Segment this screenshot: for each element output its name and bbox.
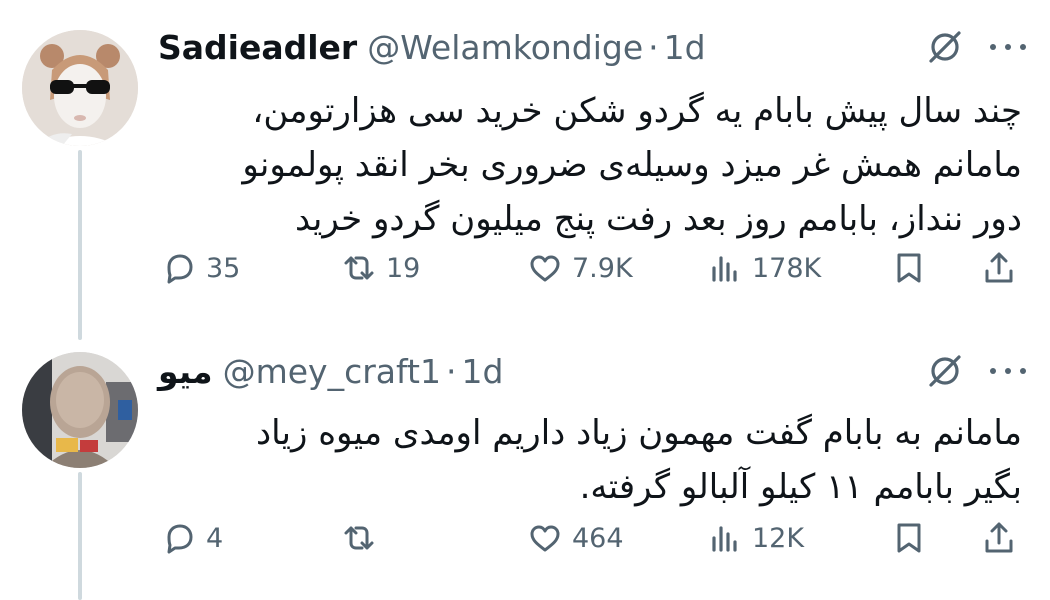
more-icon[interactable] — [990, 24, 1026, 70]
thread-line — [78, 150, 82, 340]
more-icon[interactable] — [990, 348, 1026, 394]
avatar[interactable] — [22, 352, 138, 468]
like-button[interactable]: 7.9K — [526, 248, 633, 288]
tweet-text: چند سال پیش بابام یه گردو شکن خرید سی هز… — [242, 91, 1022, 239]
handle[interactable]: @mey_craft1 — [223, 352, 441, 391]
separator-dot: · — [648, 27, 659, 67]
thread-line — [78, 472, 82, 600]
bookmark-icon — [897, 523, 921, 553]
share-button[interactable] — [980, 518, 1018, 558]
like-count: 464 — [572, 522, 624, 554]
retweet-icon — [344, 526, 374, 550]
reply-icon — [167, 254, 193, 284]
view-count: 178K — [752, 252, 822, 284]
views-icon — [712, 256, 737, 282]
view-count: 12K — [752, 522, 805, 554]
tweet-text: مامانم به بابام گفت مهمون زیاد داریم اوم… — [256, 413, 1022, 507]
tweet-actions: 35 19 7.9K 178K — [160, 248, 1028, 288]
avatar[interactable] — [22, 30, 138, 146]
tweet-header: Sadieadler @Welamkondige · 1d — [158, 24, 706, 70]
views-button[interactable]: 12K — [706, 518, 804, 558]
bookmark-icon — [897, 253, 921, 283]
handle[interactable]: @Welamkondige — [367, 28, 643, 67]
grok-icon[interactable] — [922, 348, 968, 394]
reply-button[interactable]: 35 — [160, 248, 240, 288]
bookmark-button[interactable] — [890, 518, 928, 558]
views-icon — [712, 526, 737, 552]
bookmark-button[interactable] — [890, 248, 928, 288]
reply-count: 4 — [206, 522, 224, 554]
retweet-button[interactable]: 19 — [340, 248, 420, 288]
reply-icon — [167, 524, 193, 554]
grok-icon[interactable] — [922, 24, 968, 70]
like-icon — [530, 255, 560, 282]
retweet-button[interactable] — [340, 518, 386, 558]
like-icon — [530, 525, 560, 552]
reply-button[interactable]: 4 — [160, 518, 223, 558]
share-icon — [985, 522, 1013, 553]
retweet-count: 19 — [386, 252, 421, 284]
display-name[interactable]: Sadieadler — [158, 28, 357, 67]
retweet-icon — [344, 256, 374, 280]
share-button[interactable] — [980, 248, 1018, 288]
timestamp[interactable]: 1d — [664, 28, 706, 67]
tweet-actions: 4 464 12K — [160, 518, 1028, 558]
like-button[interactable]: 464 — [526, 518, 624, 558]
display-name[interactable]: میو — [158, 352, 213, 391]
timestamp[interactable]: 1d — [461, 352, 503, 391]
separator-dot: · — [445, 351, 457, 391]
share-icon — [985, 252, 1013, 283]
reply-count: 35 — [206, 252, 241, 284]
views-button[interactable]: 178K — [706, 248, 821, 288]
like-count: 7.9K — [572, 252, 633, 284]
tweet-header: میو @mey_craft1 · 1d — [158, 348, 503, 394]
